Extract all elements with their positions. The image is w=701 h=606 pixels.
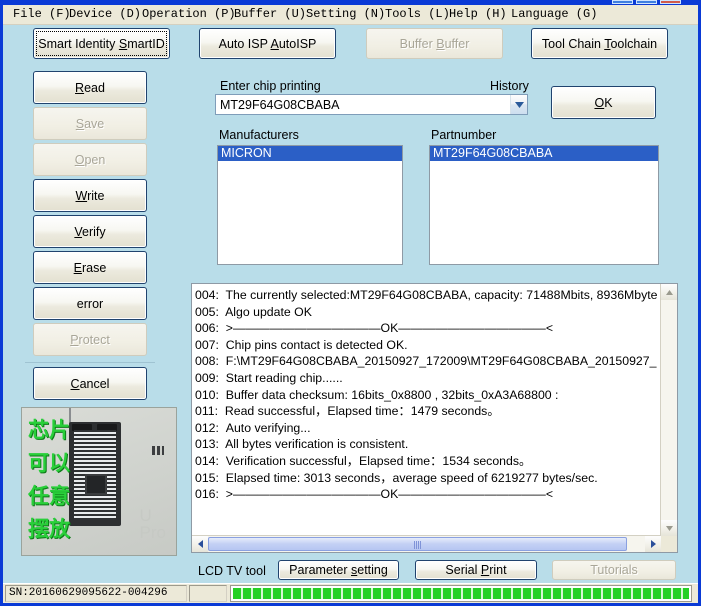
- save-button: Save: [33, 107, 147, 140]
- error-label: error: [77, 297, 103, 311]
- overlay-line-1: 芯片: [28, 414, 70, 447]
- verify-label: Verify: [74, 225, 105, 239]
- cancel-label: Cancel: [71, 377, 110, 391]
- status-cell-2: [189, 585, 227, 602]
- status-serial: SN:20160629095622-004296: [5, 585, 187, 602]
- menu-tools[interactable]: Tools (L): [382, 7, 453, 22]
- hscroll-thumb[interactable]: [208, 537, 627, 551]
- scroll-down-icon[interactable]: [661, 520, 677, 536]
- menu-help[interactable]: Help (H): [446, 7, 510, 22]
- verify-button[interactable]: Verify: [33, 215, 147, 248]
- memory-chip: [85, 474, 107, 495]
- log-panel: 004: The currently selected:MT29F64G08CB…: [191, 283, 678, 553]
- focus-outline: [36, 31, 167, 56]
- menu-buffer[interactable]: Buffer (U): [231, 7, 309, 22]
- board-watermark: UPro: [140, 507, 166, 541]
- buffer-label: Buffer Buffer: [400, 37, 470, 51]
- parameter-setting-label: Parameter setting: [289, 563, 388, 577]
- menu-operation[interactable]: Operation (P): [139, 7, 239, 22]
- status-bar: SN:20160629095622-004296: [3, 583, 698, 603]
- menu-setting[interactable]: Setting (N): [303, 7, 388, 22]
- partnumber-listbox[interactable]: MT29F64G08CBABA: [429, 145, 659, 265]
- ok-button[interactable]: OK: [551, 86, 656, 119]
- overlay-line-2: 可以: [28, 447, 70, 480]
- save-label: Save: [76, 117, 105, 131]
- scrollbar-corner: [661, 536, 677, 552]
- log-vertical-scrollbar[interactable]: [660, 284, 677, 536]
- menu-file[interactable]: File (F): [10, 7, 74, 22]
- error-button[interactable]: error: [33, 287, 147, 320]
- protect-label: Protect: [70, 333, 110, 347]
- photo-overlay-text: 芯片 可以 任意 摆放: [28, 414, 70, 546]
- tutorials-button: Tutorials: [552, 560, 676, 580]
- log-horizontal-scrollbar[interactable]: [192, 535, 661, 552]
- lcd-tv-tool-label: LCD TV tool: [198, 564, 266, 578]
- application-window: File (F) Device (D) Operation (P) Buffer…: [0, 0, 701, 606]
- scroll-up-icon[interactable]: [661, 284, 677, 300]
- list-item[interactable]: MICRON: [218, 146, 402, 161]
- erase-label: Erase: [74, 261, 107, 275]
- protect-button: Protect: [33, 323, 147, 356]
- socket-photo: UPro 芯片 可以 任意 摆放: [21, 407, 177, 556]
- chevron-down-icon[interactable]: [510, 95, 527, 114]
- minimize-button[interactable]: [612, 0, 633, 4]
- list-item[interactable]: MT29F64G08CBABA: [430, 146, 658, 161]
- smd-component: [152, 446, 164, 455]
- progress-bar: [230, 585, 692, 602]
- open-label: Open: [75, 153, 106, 167]
- sidebar-divider: [25, 362, 155, 363]
- menu-device[interactable]: Device (D): [66, 7, 144, 22]
- progress-bar-fill: [233, 588, 689, 599]
- auto-isp-button[interactable]: Auto ISP AutoISP: [199, 28, 336, 59]
- erase-button[interactable]: Erase: [33, 251, 147, 284]
- auto-isp-label: Auto ISP AutoISP: [219, 37, 317, 51]
- log-text: 004: The currently selected:MT29F64G08CB…: [195, 287, 657, 532]
- hscroll-track[interactable]: [208, 536, 645, 552]
- parameter-setting-button[interactable]: Parameter setting: [278, 560, 399, 580]
- grip-icon: [414, 541, 422, 549]
- close-button[interactable]: [660, 0, 681, 4]
- scroll-right-icon[interactable]: [645, 536, 661, 552]
- buffer-button: Buffer Buffer: [366, 28, 503, 59]
- manufacturers-label: Manufacturers: [219, 128, 299, 142]
- scroll-left-icon[interactable]: [192, 536, 208, 552]
- chip-entry-label: Enter chip printing: [220, 79, 321, 93]
- ok-label: OK: [594, 96, 612, 110]
- read-button[interactable]: Read: [33, 71, 147, 104]
- chip-name-input[interactable]: MT29F64G08CBABA: [216, 98, 510, 112]
- chip-name-combobox[interactable]: MT29F64G08CBABA: [215, 94, 528, 115]
- overlay-line-4: 摆放: [28, 513, 70, 546]
- menu-bar: File (F) Device (D) Operation (P) Buffer…: [3, 5, 698, 25]
- write-button[interactable]: Write: [33, 179, 147, 212]
- history-label: History: [490, 79, 529, 93]
- read-label: Read: [75, 81, 105, 95]
- menu-language[interactable]: Language (G): [508, 7, 600, 22]
- write-label: Write: [76, 189, 105, 203]
- maximize-button[interactable]: [636, 0, 657, 4]
- tool-chain-label: Tool Chain Toolchain: [542, 37, 657, 51]
- smart-identify-button[interactable]: Smart Identity SmartID: [33, 28, 170, 59]
- open-button: Open: [33, 143, 147, 176]
- tool-chain-button[interactable]: Tool Chain Toolchain: [531, 28, 668, 59]
- cancel-button[interactable]: Cancel: [33, 367, 147, 400]
- serial-print-button[interactable]: Serial Print: [415, 560, 537, 580]
- partnumber-label: Partnumber: [431, 128, 496, 142]
- overlay-line-3: 任意: [28, 480, 70, 513]
- serial-print-label: Serial Print: [445, 563, 506, 577]
- manufacturers-listbox[interactable]: MICRON: [217, 145, 403, 265]
- tutorials-label: Tutorials: [590, 563, 637, 577]
